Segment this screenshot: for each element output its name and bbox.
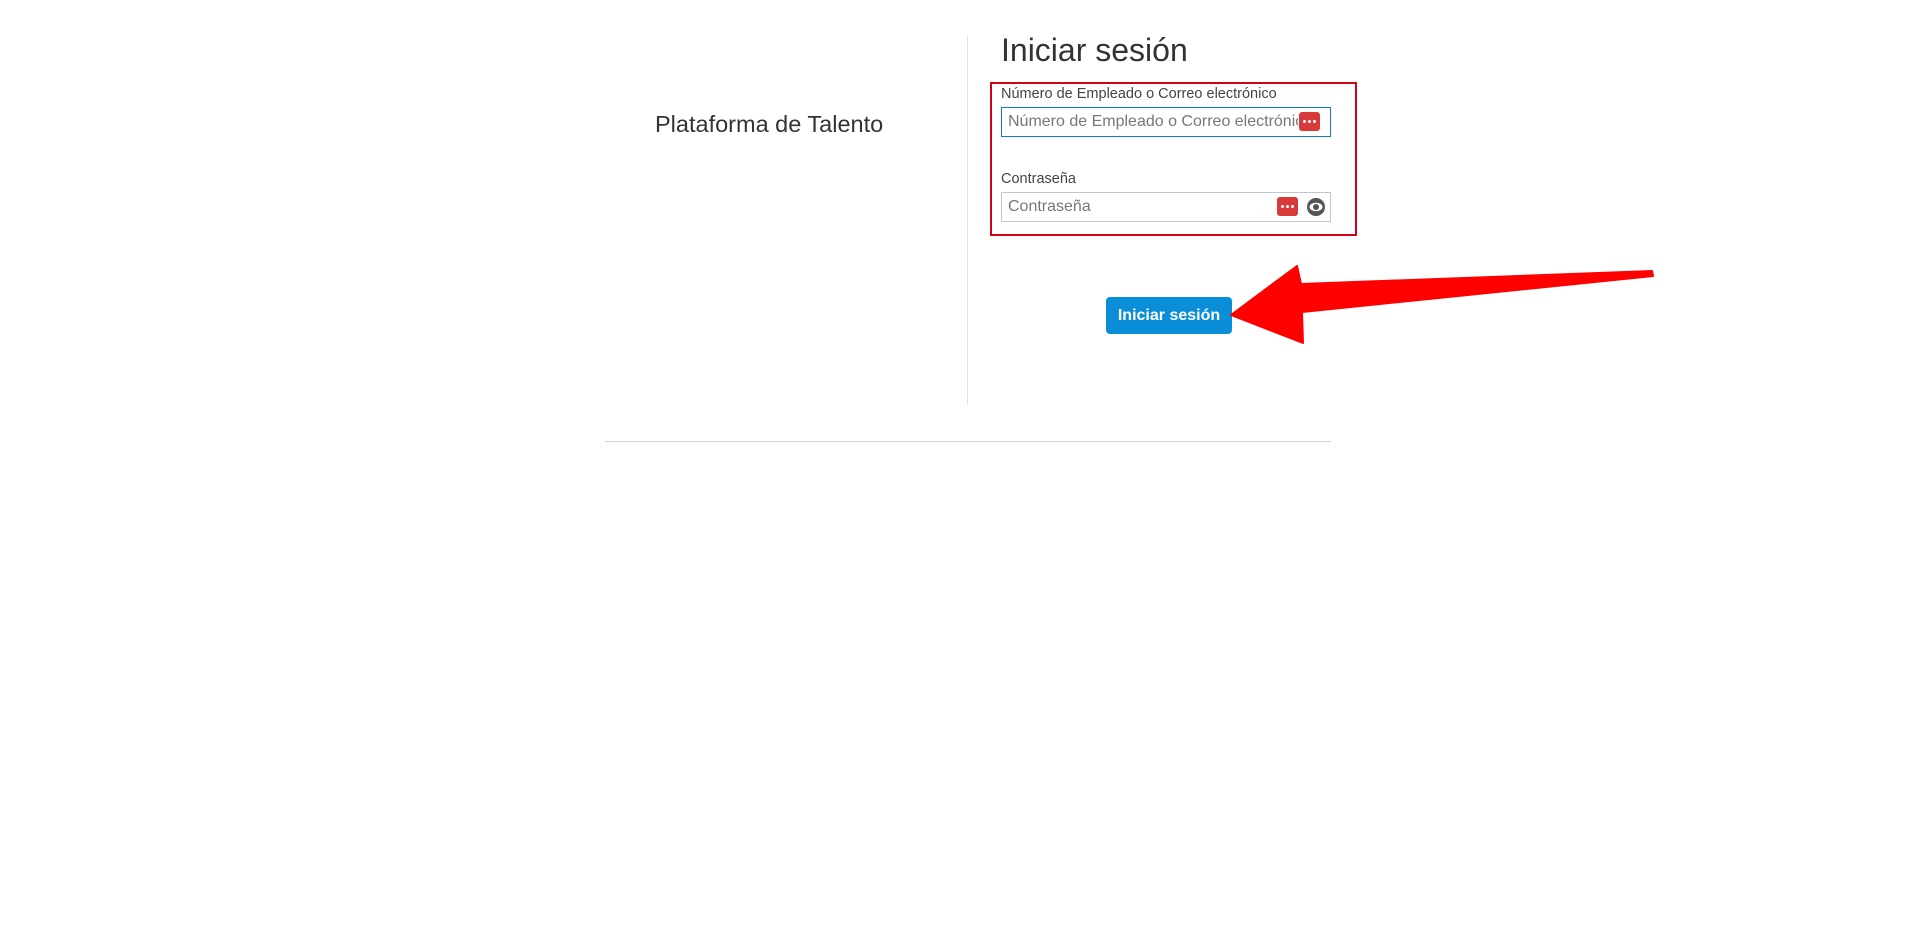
password-field-wrapper — [1001, 192, 1331, 222]
password-manager-icon[interactable] — [1277, 197, 1298, 216]
horizontal-divider — [605, 441, 1331, 442]
login-button[interactable]: Iniciar sesión — [1106, 297, 1232, 334]
password-manager-icon[interactable] — [1299, 112, 1320, 131]
user-field-wrapper — [1001, 107, 1331, 137]
password-input[interactable] — [1008, 196, 1268, 218]
arrow-annotation — [1230, 265, 1654, 344]
vertical-divider — [967, 36, 968, 405]
user-input[interactable] — [1008, 111, 1298, 133]
brand-name: Plataforma de Talento — [655, 111, 884, 137]
user-field-label: Número de Empleado o Correo electrónico — [1001, 86, 1277, 102]
login-page: Plataforma de Talento Iniciar sesión Núm… — [0, 0, 1920, 937]
page-title: Iniciar sesión — [1001, 32, 1188, 68]
password-field-label: Contraseña — [1001, 171, 1076, 187]
eye-icon[interactable] — [1305, 197, 1327, 217]
